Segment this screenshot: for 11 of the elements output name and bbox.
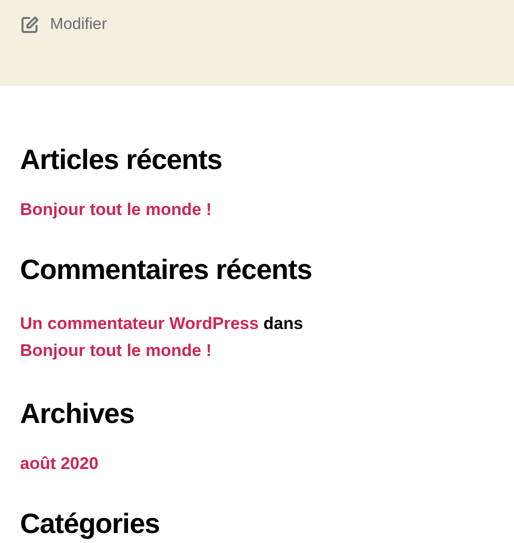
post-link[interactable]: août 2020 [20,454,494,474]
widget-title: Archives [20,398,136,430]
author-link[interactable]: Un commentateur WordPress [20,314,259,333]
widget-title: Catégories [20,508,161,540]
widget-title: Articles récents [20,144,224,176]
widget-title: Commentaires récents [20,254,313,286]
edit-icon [20,15,40,35]
comment-entry: Un commentateur WordPress dans Bonjour tout le monde ! [20,313,304,362]
post-link[interactable]: Bonjour tout le monde ! [20,200,494,220]
post-link[interactable]: Bonjour tout le monde ! [20,341,212,360]
edit-link[interactable]: Modifier [20,15,107,35]
